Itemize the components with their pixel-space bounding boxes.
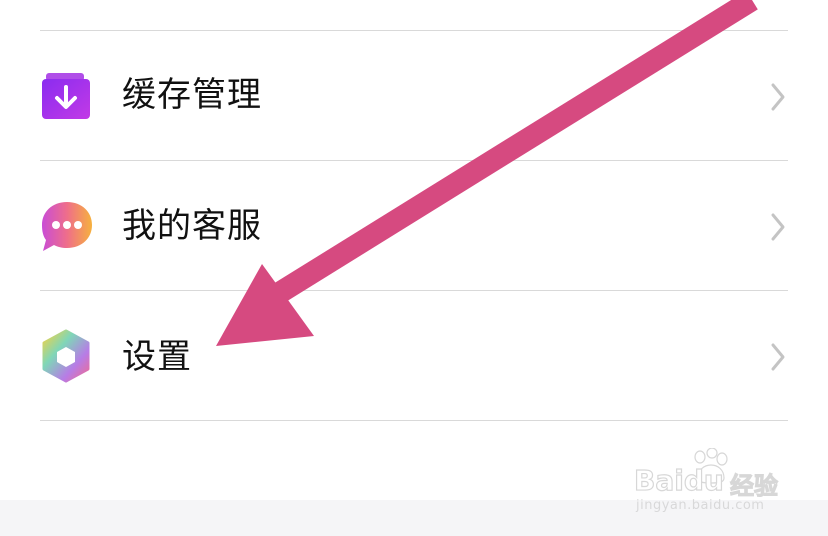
- chevron-right-icon: [768, 212, 788, 242]
- menu-item-customer-service[interactable]: 我的客服: [40, 161, 788, 291]
- menu-item-settings[interactable]: 设置: [40, 291, 788, 421]
- chevron-right-icon: [768, 342, 788, 372]
- menu-item-label: 设置: [122, 337, 192, 377]
- divider: [40, 420, 788, 421]
- menu-item-cache-management[interactable]: 缓存管理: [40, 31, 788, 161]
- menu-item-label: 我的客服: [122, 206, 262, 246]
- cache-download-icon: [40, 71, 92, 123]
- customer-service-chat-icon: [40, 200, 92, 252]
- watermark-url: jingyan.baidu.com: [636, 498, 765, 513]
- chevron-right-icon: [768, 82, 788, 112]
- watermark-brand: Baidu: [633, 463, 724, 497]
- watermark-product: 经验: [730, 472, 779, 501]
- menu-item-label: 缓存管理: [122, 75, 262, 115]
- settings-hexagon-icon: [40, 329, 92, 383]
- baidu-jingyan-watermark: Baidu 经验 jingyan.baidu.com: [633, 448, 794, 520]
